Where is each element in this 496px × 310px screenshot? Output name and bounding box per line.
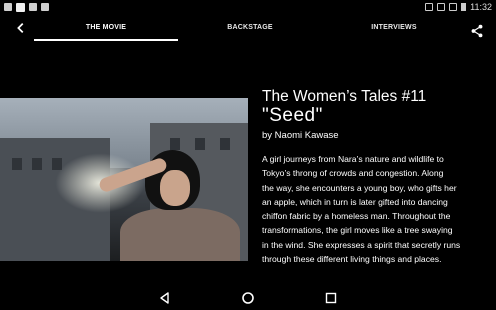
image-person-face [160,170,190,206]
nav-home-icon[interactable] [240,290,256,306]
description-line: transformations, the girl moves like a t… [262,225,453,236]
store-notification-icon [41,3,49,11]
tab-indicator [34,39,178,41]
description-line: an apple, which in turn is later gifted … [262,196,448,207]
notification-icons [4,2,49,12]
image-window [12,158,22,170]
photo-notification-icon [29,3,37,11]
movie-subtitle: "Seed" [262,105,323,126]
nav-recents-icon[interactable] [323,290,339,306]
image-window [220,138,230,150]
gallery-notification-icon [4,3,12,11]
image-window [170,138,180,150]
wifi-icon [449,3,458,11]
system-navigation-bar [0,286,496,310]
director-byline: by Naomi Kawase [262,130,339,141]
app-bar: THE MOVIE BACKSTAGE INTERVIEWS [0,14,496,46]
battery-icon [461,3,467,11]
tab-interviews[interactable]: INTERVIEWS [318,24,470,31]
description-line: A girl journeys from Nara’s nature and w… [262,154,444,164]
description-line: chiffon fabric by a homeless man. Throug… [262,211,451,222]
dnd-icon [437,3,446,11]
back-arrow-icon[interactable] [12,21,30,39]
description-line: in the wind. She expresses a spirit that… [262,239,461,250]
image-window [195,138,205,150]
tab-backstage[interactable]: BACKSTAGE [186,24,314,31]
nav-back-icon[interactable] [157,290,173,306]
image-person-body [120,208,240,261]
share-icon[interactable] [470,24,484,38]
status-bar: 11:32 [0,0,496,14]
image-window [32,158,42,170]
bluetooth-icon [425,3,434,11]
movie-title: The Women’s Tales #11 [262,88,427,105]
movie-description: A girl journeys from Nara’s nature and w… [262,152,484,266]
description-line: the way, she encounters a young boy, who… [262,182,457,193]
movie-still-image[interactable] [0,98,248,261]
description-line: Tokyo’s throng of crowds and congestion.… [262,168,444,179]
tab-the-movie[interactable]: THE MOVIE [34,24,178,31]
app-notification-icon [16,2,25,12]
system-icons: 11:32 [425,2,492,12]
description-line: through these different living things an… [262,254,442,265]
status-time: 11:32 [470,2,492,12]
